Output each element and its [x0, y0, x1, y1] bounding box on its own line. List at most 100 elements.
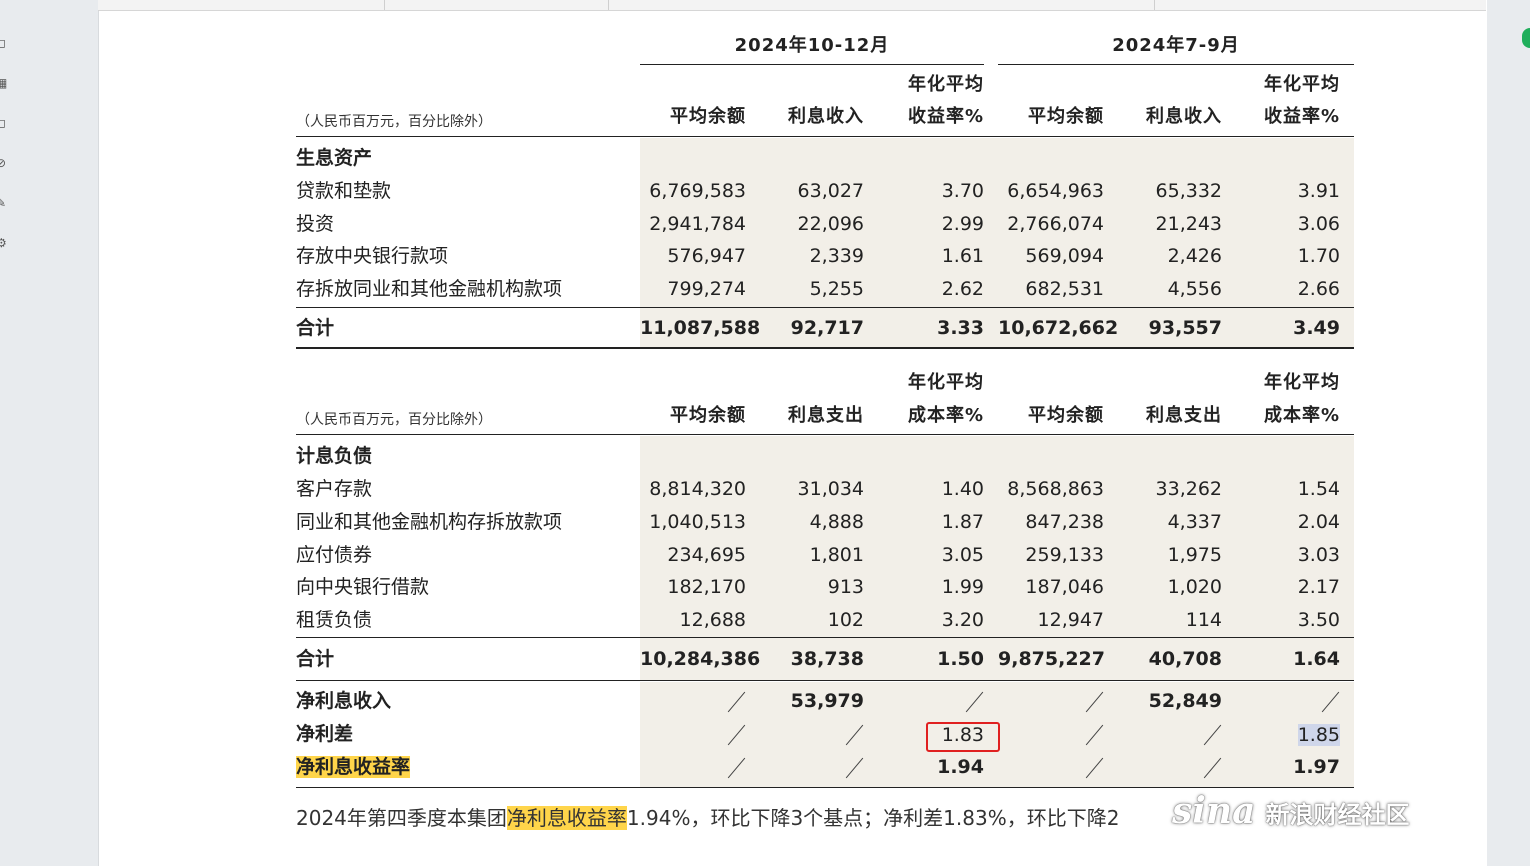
liab-row-cell: 913 [827, 576, 864, 598]
liab-row-cell: 8,814,320 [649, 478, 746, 500]
rail-link-icon[interactable]: ⊘ [0, 156, 8, 170]
period-header-q3: 2024年7-9月 [1112, 35, 1240, 56]
asset-row-cell: 682,531 [1025, 278, 1104, 300]
nii-label: 净利息收入 [296, 690, 392, 712]
col-int-expense-q4: 利息支出 [788, 405, 864, 426]
liab-section-title: 计息负债 [296, 445, 373, 467]
asset-total-cell: 3.49 [1293, 317, 1340, 339]
col-cost-q4: 成本率% [907, 405, 984, 426]
nii-q4: 53,979 [790, 690, 864, 712]
liab-row-cell: 182,170 [667, 576, 746, 598]
liab-total-rule-top [296, 637, 1354, 638]
summary-paragraph: 2024年第四季度本集团净利息收益率1.94%，环比下降3个基点；净利差1.83… [296, 804, 1119, 832]
asset-row-cell: 569,094 [1025, 245, 1104, 267]
col-avg-bal-q4: 平均余额 [670, 106, 746, 127]
liab-row-cell: 1.87 [941, 511, 984, 533]
liab-total-cell: 1.50 [937, 648, 984, 670]
liab-total-cell: 1.64 [1293, 648, 1340, 670]
unit-note-2: （人民币百万元，百分比除外） [296, 412, 492, 428]
asset-row-label: 存拆放同业和其他金融机构款项 [296, 278, 563, 300]
spread-q3-selection[interactable]: 1.85 [1297, 724, 1340, 746]
liab-row-cell: 2.04 [1297, 511, 1340, 533]
nii-q3: 52,849 [1148, 690, 1222, 712]
liab-row-cell: 33,262 [1155, 478, 1222, 500]
col-annual-avg-q4-liab: 年化平均 [908, 372, 984, 393]
unit-note: （人民币百万元，百分比除外） [296, 114, 492, 130]
liab-row-cell: 4,337 [1167, 511, 1222, 533]
asset-total-cell: 92,717 [790, 317, 864, 339]
rail-square-icon[interactable]: ◻ [0, 36, 8, 50]
col-annual-avg-q3-liab: 年化平均 [1264, 372, 1340, 393]
nim-q3: 1.97 [1293, 756, 1340, 778]
period-underline-q4 [640, 64, 984, 65]
liab-row-cell: 3.50 [1297, 609, 1340, 631]
assets-header-rule [296, 136, 1354, 137]
period-header-q4: 2024年10-12月 [734, 35, 890, 56]
assets-total-label: 合计 [296, 317, 335, 339]
spread-q4: 1.83 [941, 724, 984, 746]
col-int-income-q4: 利息收入 [788, 106, 864, 127]
spread-label: 净利差 [296, 723, 354, 745]
liab-row-cell: 1.99 [941, 576, 984, 598]
period-underline-q3 [998, 64, 1354, 65]
asset-row-cell: 4,556 [1167, 278, 1222, 300]
rail-grid-icon[interactable]: ▦ [0, 76, 8, 90]
col-yield-q4: 收益率% [907, 106, 984, 127]
rail-square-icon-2[interactable]: ◻ [0, 116, 8, 130]
liab-row-cell: 1.54 [1297, 478, 1340, 500]
liab-total-cell: 40,708 [1148, 648, 1222, 670]
paragraph-part-2: 1.94%，环比下降3个基点；净利差1.83%，环比下降2 [626, 806, 1120, 830]
sina-logo: sina [1172, 790, 1256, 832]
liab-row-cell: 4,888 [809, 511, 864, 533]
paragraph-part-1: 2024年第四季度本集团 [296, 806, 507, 830]
rail-pen-icon[interactable]: ✎ [0, 196, 8, 210]
rail-settings-icon[interactable]: ⚙ [0, 236, 8, 250]
asset-row-cell: 2,941,784 [649, 213, 746, 235]
asset-row-cell: 3.91 [1297, 180, 1340, 202]
liab-row-cell: 3.20 [941, 609, 984, 631]
liab-row-cell: 1,020 [1167, 576, 1222, 598]
nim-q4: 1.94 [937, 756, 984, 778]
spread-q3: 1.85 [1234, 723, 1340, 747]
asset-row-cell: 576,947 [667, 245, 746, 267]
liab-row-cell: 1,040,513 [649, 511, 746, 533]
left-rail: ◻ ▦ ◻ ⊘ ✎ ⚙ [0, 0, 22, 866]
asset-row-cell: 2.66 [1297, 278, 1340, 300]
asset-total-cell: 93,557 [1148, 317, 1222, 339]
liab-total-cell: 10,284,386 [640, 648, 761, 670]
liab-row-cell: 8,568,863 [1007, 478, 1104, 500]
col-int-expense-q3: 利息支出 [1146, 405, 1222, 426]
assets-total-rule-top [296, 307, 1354, 308]
liab-row-label: 客户存款 [296, 478, 373, 500]
col-annual-avg-q3: 年化平均 [1264, 74, 1340, 95]
liab-row-cell: 1,801 [809, 544, 864, 566]
asset-row-cell: 63,027 [797, 180, 864, 202]
liab-row-cell: 114 [1185, 609, 1222, 631]
col-avg-bal-q3: 平均余额 [1028, 106, 1104, 127]
asset-row-cell: 2,339 [809, 245, 864, 267]
col-yield-q3: 收益率% [1263, 106, 1340, 127]
col-cost-q3: 成本率% [1263, 405, 1340, 426]
asset-row-label: 存放中央银行款项 [296, 245, 449, 267]
asset-row-cell: 22,096 [797, 213, 864, 235]
liab-row-cell: 2.17 [1297, 576, 1340, 598]
assets-section-title: 生息资产 [296, 147, 373, 169]
asset-row-cell: 2.62 [941, 278, 984, 300]
liab-row-cell: 187,046 [1025, 576, 1104, 598]
liab-row-cell: 234,695 [667, 544, 746, 566]
liab-total-cell: 38,738 [790, 648, 864, 670]
col-annual-avg-q4: 年化平均 [908, 74, 984, 95]
liab-row-cell: 3.05 [941, 544, 984, 566]
asset-row-cell: 799,274 [667, 278, 746, 300]
asset-row-label: 贷款和垫款 [296, 180, 392, 202]
asset-row-cell: 1.61 [941, 245, 984, 267]
status-dot-icon[interactable] [1522, 28, 1530, 48]
liab-row-label: 向中央银行借款 [296, 576, 430, 598]
asset-row-cell: 3.70 [941, 180, 984, 202]
liab-row-cell: 3.03 [1297, 544, 1340, 566]
asset-row-cell: 2.99 [941, 213, 984, 235]
asset-row-cell: 6,654,963 [1007, 180, 1104, 202]
liab-total-label: 合计 [296, 648, 335, 670]
liab-header-rule [296, 434, 1354, 435]
nim-label-highlight: 净利息收益率 [296, 756, 411, 778]
